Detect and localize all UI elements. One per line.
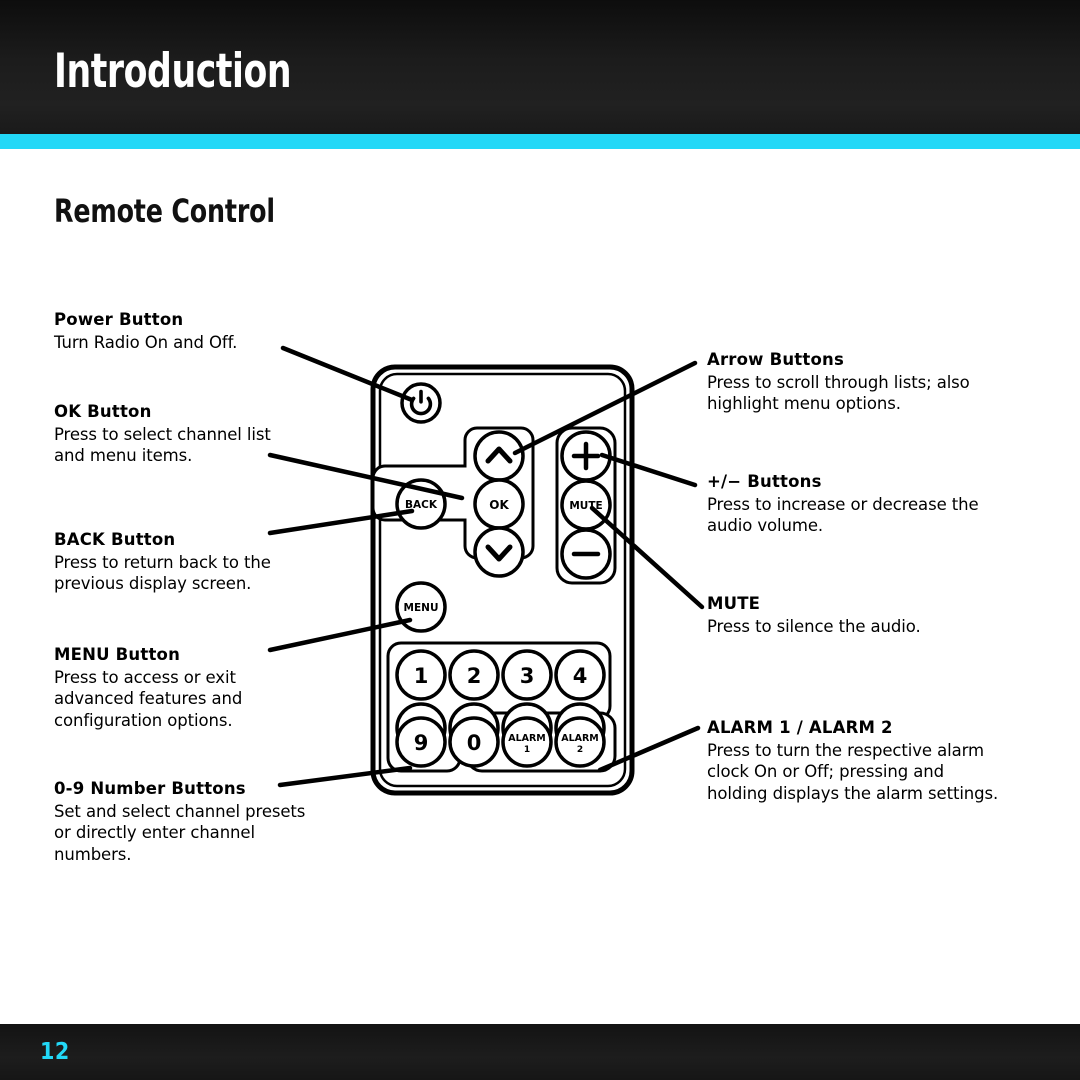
callout-body: Press to silence the audio. <box>707 616 921 636</box>
volume-down-button[interactable] <box>560 528 612 580</box>
key-2[interactable]: 2 <box>448 649 500 701</box>
alarm-1-sublabel: 1 <box>524 745 530 755</box>
down-arrow-button[interactable] <box>473 526 525 578</box>
alarm-1-label: ALARM <box>508 733 546 744</box>
ok-button[interactable]: OK <box>473 478 525 530</box>
key-1[interactable]: 1 <box>395 649 447 701</box>
ok-button-label: OK <box>489 498 509 512</box>
callout-title: Power Button <box>54 310 184 329</box>
key-label: 2 <box>467 664 482 688</box>
alarm-2-label: ALARM <box>561 733 599 744</box>
key-label: 1 <box>414 664 429 688</box>
callout-plus-minus-buttons: +/− Buttons Press to increase or decreas… <box>707 472 1007 537</box>
menu-button-label: MENU <box>404 602 439 614</box>
callout-mute-button: MUTE Press to silence the audio. <box>707 594 1007 637</box>
key-label: 0 <box>467 731 482 755</box>
callout-title: +/− Buttons <box>707 472 822 491</box>
section-heading: Remote Control <box>54 192 275 230</box>
key-0-circle[interactable]: 0 <box>448 716 500 768</box>
footer-band <box>0 1024 1080 1080</box>
remote-control-illustration: OK BACK MUTE MENU 1 2 3 4 9 0 ALARM 1 AL… <box>255 330 725 820</box>
mute-button[interactable]: MUTE <box>560 479 612 531</box>
callout-body: Press to turn the respective alarm clock… <box>707 740 999 803</box>
callout-title: Arrow Buttons <box>707 350 844 369</box>
key-label: 4 <box>573 664 588 688</box>
alarm-2-button[interactable]: ALARM 2 <box>554 716 606 768</box>
key-4[interactable]: 4 <box>554 649 606 701</box>
accent-stripe <box>0 134 1080 149</box>
key-label: 3 <box>520 664 535 688</box>
alarm-2-sublabel: 2 <box>577 745 583 755</box>
key-9-circle[interactable]: 9 <box>395 716 447 768</box>
callout-body: Press to increase or decrease the audio … <box>707 494 979 536</box>
menu-button[interactable]: MENU <box>395 581 447 633</box>
callout-alarm-buttons: ALARM 1 / ALARM 2 Press to turn the resp… <box>707 718 1007 804</box>
page-title: Introduction <box>54 44 292 99</box>
callout-body: Press to scroll through lists; also high… <box>707 372 970 414</box>
page-number: 12 <box>40 1039 70 1065</box>
key-label: 9 <box>414 731 429 755</box>
power-button[interactable] <box>400 382 442 424</box>
up-arrow-button[interactable] <box>473 430 525 482</box>
key-3[interactable]: 3 <box>501 649 553 701</box>
callout-title: ALARM 1 / ALARM 2 <box>707 718 893 737</box>
alarm-1-button[interactable]: ALARM 1 <box>501 716 553 768</box>
callout-title: MUTE <box>707 594 761 613</box>
callout-arrow-buttons: Arrow Buttons Press to scroll through li… <box>707 350 1007 415</box>
